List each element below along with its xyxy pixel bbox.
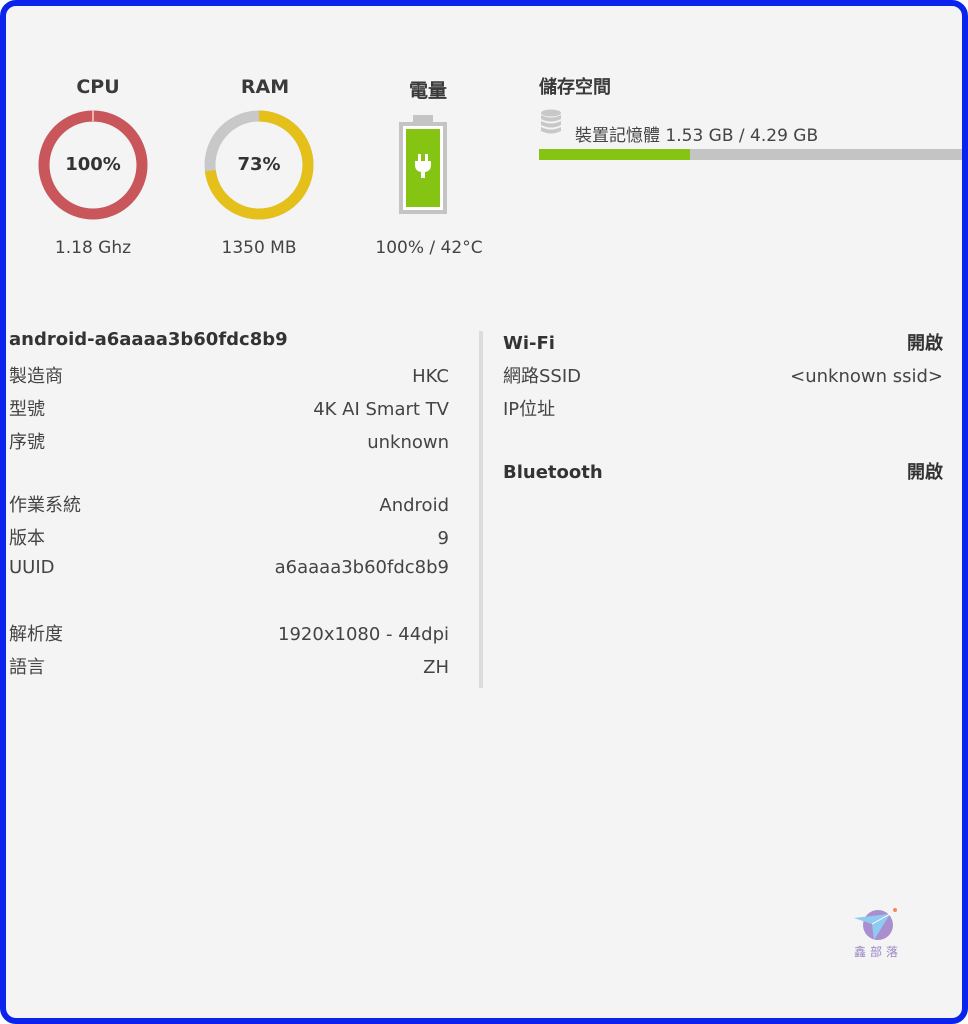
cpu-frequency: 1.18 Ghz bbox=[54, 238, 132, 258]
info-row-serial: 序號 unknown bbox=[9, 428, 449, 458]
ram-usage: 1350 MB bbox=[221, 238, 297, 258]
cpu-gauge: 100% bbox=[36, 108, 150, 222]
info-row-os: 作業系統 Android bbox=[9, 491, 449, 521]
wifi-ip-row: IP位址 bbox=[503, 395, 943, 425]
cpu-percent: 100% bbox=[65, 154, 121, 175]
ram-gauge: 73% bbox=[202, 108, 316, 222]
info-row-resolution: 解析度 1920x1080 - 44dpi bbox=[9, 620, 449, 650]
battery-charging-icon bbox=[398, 114, 448, 214]
ram-title: RAM bbox=[240, 76, 290, 98]
storage-progress-bar bbox=[539, 149, 962, 160]
wifi-header: Wi-Fi 開啟 bbox=[503, 329, 943, 359]
info-value: a6aaaa3b60fdc8b9 bbox=[274, 557, 449, 578]
storage-progress-fill bbox=[539, 149, 690, 160]
info-value: ZH bbox=[423, 657, 449, 678]
info-row-model: 型號 4K AI Smart TV bbox=[9, 395, 449, 425]
info-key: UUID bbox=[9, 557, 55, 578]
wifi-ssid-row: 網路SSID <unknown ssid> bbox=[503, 362, 943, 392]
app-frame: CPU 100% 1.18 Ghz RAM 73% 1350 MB 電量 100… bbox=[0, 0, 968, 1024]
battery-title: 電量 bbox=[408, 80, 447, 102]
info-value: unknown bbox=[367, 432, 449, 453]
info-value: 9 bbox=[437, 528, 449, 549]
storage-title: 儲存空間 bbox=[539, 77, 611, 98]
paper-plane-logo-icon bbox=[852, 906, 902, 942]
info-row-language: 語言 ZH bbox=[9, 653, 449, 683]
info-value: Android bbox=[379, 495, 449, 516]
wifi-label: Wi-Fi bbox=[503, 333, 555, 354]
info-row-manufacturer: 製造商 HKC bbox=[9, 362, 449, 392]
bluetooth-header: Bluetooth 開啟 bbox=[503, 458, 943, 488]
wifi-status: 開啟 bbox=[907, 333, 943, 354]
ssid-value: <unknown ssid> bbox=[790, 366, 943, 387]
info-value: HKC bbox=[412, 366, 449, 387]
info-key: 版本 bbox=[9, 528, 45, 549]
bluetooth-status: 開啟 bbox=[907, 462, 943, 483]
database-icon bbox=[540, 109, 562, 135]
ram-percent: 73% bbox=[237, 154, 281, 175]
info-row-version: 版本 9 bbox=[9, 524, 449, 554]
storage-usage-label: 裝置記憶體 1.53 GB / 4.29 GB bbox=[575, 126, 819, 146]
watermark-text: 鑫部落 bbox=[854, 945, 903, 959]
column-divider bbox=[479, 331, 483, 688]
ip-key: IP位址 bbox=[503, 399, 556, 420]
info-key: 型號 bbox=[9, 399, 45, 420]
info-key: 解析度 bbox=[9, 624, 63, 645]
ssid-key: 網路SSID bbox=[503, 366, 582, 387]
info-key: 語言 bbox=[9, 657, 45, 678]
info-value: 4K AI Smart TV bbox=[313, 399, 449, 420]
info-key: 序號 bbox=[9, 432, 45, 453]
info-value: 1920x1080 - 44dpi bbox=[278, 624, 449, 645]
cpu-title: CPU bbox=[76, 76, 120, 98]
device-hostname: android-a6aaaa3b60fdc8b9 bbox=[9, 329, 288, 350]
info-key: 作業系統 bbox=[9, 495, 81, 516]
bluetooth-label: Bluetooth bbox=[503, 462, 603, 483]
info-row-uuid: UUID a6aaaa3b60fdc8b9 bbox=[9, 557, 449, 587]
battery-status: 100% / 42°C bbox=[375, 238, 483, 258]
info-key: 製造商 bbox=[9, 366, 63, 387]
